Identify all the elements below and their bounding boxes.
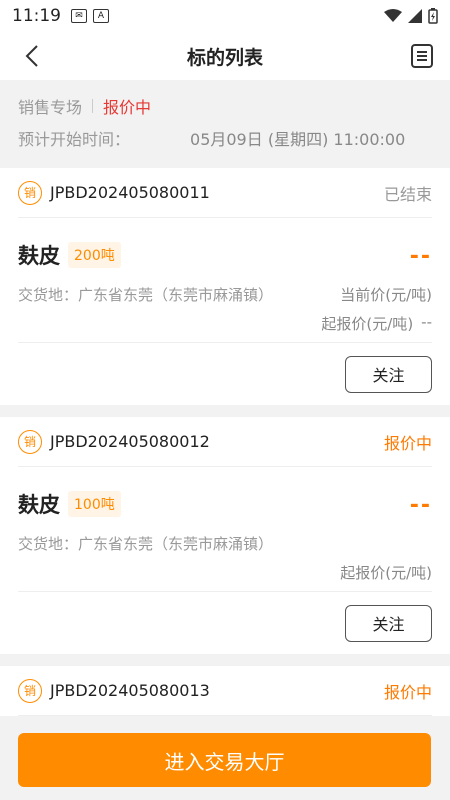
delivery-location: 交货地：广东省东莞（东莞市麻涌镇） [18, 535, 273, 553]
lot-status: 报价中 [383, 682, 432, 702]
lot-card[interactable]: 销 JPBD202405080012 报价中 麸皮 100吨 -- 交货地：广东… [0, 417, 450, 654]
wifi-icon [384, 9, 402, 22]
follow-button[interactable]: 关注 [345, 604, 432, 642]
start-price-label: 起报价(元/吨) [321, 315, 414, 333]
divider [92, 99, 94, 113]
start-price-label: 起报价(元/吨) [340, 564, 432, 582]
sell-badge-icon: 销 [18, 678, 42, 703]
session-category: 销售专场 [18, 98, 83, 117]
sell-badge-icon: 销 [18, 180, 42, 205]
start-time-label: 预计开始时间： [18, 130, 131, 149]
start-price-value: -- [421, 313, 432, 331]
follow-button[interactable]: 关注 [345, 355, 432, 393]
current-price-label: 当前价(元/吨) [340, 286, 432, 304]
back-button[interactable] [18, 42, 46, 70]
status-time: 11:19 [12, 6, 61, 26]
quantity-tag: 200吨 [68, 242, 121, 268]
document-list-icon [411, 44, 433, 68]
product-name: 麸皮 [18, 244, 60, 268]
session-status: 报价中 [103, 98, 152, 117]
lot-status: 已结束 [383, 184, 432, 204]
product-name: 麸皮 [18, 493, 60, 517]
enter-trading-hall-button[interactable]: 进入交易大厅 [18, 733, 431, 787]
chevron-left-icon [25, 45, 38, 67]
lot-id: JPBD202405080011 [50, 183, 210, 202]
current-price-value: -- [409, 493, 432, 518]
lot-card[interactable]: 销 JPBD202405080011 已结束 麸皮 200吨 -- 交货地：广东… [0, 168, 450, 405]
current-price-value: -- [409, 244, 432, 269]
text-notification-icon: A [93, 9, 109, 23]
sell-badge-icon: 销 [18, 429, 42, 454]
status-bar: 11:19 ✉ A [0, 0, 450, 32]
battery-icon [428, 8, 438, 24]
page-title: 标的列表 [186, 46, 263, 69]
list-menu-button[interactable] [408, 42, 436, 70]
lot-id: JPBD202405080013 [50, 681, 210, 700]
start-time-value: 05月09日 (星期四) 11:00:00 [190, 130, 406, 149]
lot-status: 报价中 [383, 433, 432, 453]
signal-icon [408, 9, 422, 23]
app-notification-icon: ✉ [71, 9, 87, 23]
session-info: 销售专场 报价中 预计开始时间： 05月09日 (星期四) 11:00:00 [0, 80, 450, 168]
navigation-bar: 标的列表 [0, 32, 450, 80]
quantity-tag: 100吨 [68, 491, 121, 517]
lot-id: JPBD202405080012 [50, 432, 210, 451]
lot-card[interactable]: 销 JPBD202405080013 报价中 [0, 666, 450, 716]
delivery-location: 交货地：广东省东莞（东莞市麻涌镇） [18, 286, 273, 304]
